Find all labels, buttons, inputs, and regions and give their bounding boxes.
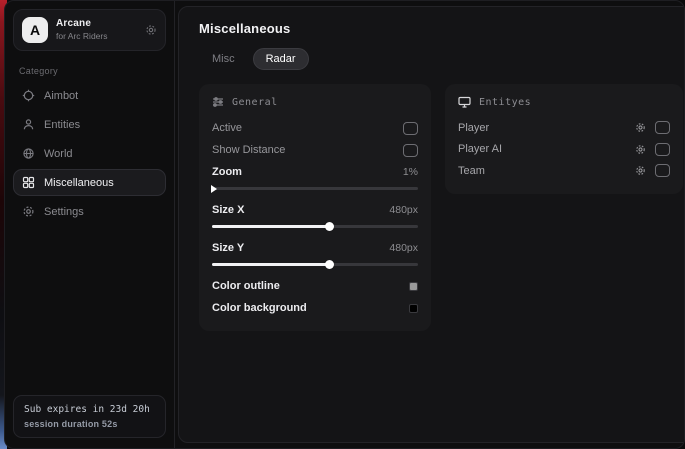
tab-radar[interactable]: Radar: [253, 48, 309, 70]
cards-row: General Active Show Distance Zoom 1%: [199, 84, 683, 331]
grid-icon: [22, 176, 35, 189]
sidebar: A Arcane for Arc Riders Category Aimbot: [5, 1, 175, 448]
size-x-slider[interactable]: [212, 225, 418, 228]
gear-icon[interactable]: [635, 122, 646, 133]
size-y-value: 480px: [389, 242, 418, 254]
sidebar-item-label: Miscellaneous: [44, 177, 114, 189]
slider-thumb[interactable]: [211, 185, 217, 193]
app-window: A Arcane for Arc Riders Category Aimbot: [4, 0, 685, 449]
person-icon: [22, 118, 35, 131]
zoom-value: 1%: [403, 166, 418, 178]
entity-row-team: Team: [458, 160, 670, 182]
app-name: Arcane: [56, 18, 108, 30]
setting-row-zoom: Zoom 1%: [212, 161, 418, 183]
setting-label: Color background: [212, 302, 307, 314]
setting-row-active: Active: [212, 117, 418, 139]
entities-card-title: Entityes: [479, 97, 531, 108]
general-card-header: General: [212, 96, 418, 108]
category-label: Category: [19, 66, 160, 76]
setting-label: Size Y: [212, 242, 244, 254]
setting-label: Color outline: [212, 280, 280, 292]
setting-label: Zoom: [212, 166, 242, 178]
setting-row-color-background: Color background: [212, 297, 418, 319]
globe-icon: [22, 147, 35, 160]
setting-label: Size X: [212, 204, 244, 216]
brand-text: Arcane for Arc Riders: [56, 18, 108, 41]
show-distance-checkbox[interactable]: [403, 144, 418, 157]
entity-label: Team: [458, 165, 485, 177]
setting-label: Show Distance: [212, 144, 285, 156]
app-logo: A: [22, 17, 48, 43]
sliders-icon: [212, 96, 224, 108]
entity-row-player-ai: Player AI: [458, 139, 670, 161]
sidebar-item-world[interactable]: World: [13, 140, 166, 167]
entities-card: Entityes Player Player AI: [445, 84, 683, 194]
player-ai-checkbox[interactable]: [655, 143, 670, 156]
zoom-slider[interactable]: [212, 187, 418, 190]
sidebar-item-miscellaneous[interactable]: Miscellaneous: [13, 169, 166, 196]
team-checkbox[interactable]: [655, 164, 670, 177]
general-card-title: General: [232, 97, 278, 108]
general-card: General Active Show Distance Zoom 1%: [199, 84, 431, 331]
setting-row-show-distance: Show Distance: [212, 139, 418, 161]
subscription-status-box: Sub expires in 23d 20h session duration …: [13, 395, 166, 438]
player-checkbox[interactable]: [655, 121, 670, 134]
active-checkbox[interactable]: [403, 122, 418, 135]
setting-row-size-x: Size X 480px: [212, 199, 418, 221]
setting-row-color-outline: Color outline: [212, 275, 418, 297]
sidebar-item-aimbot[interactable]: Aimbot: [13, 82, 166, 109]
sidebar-item-label: Aimbot: [44, 90, 78, 102]
gear-icon[interactable]: [635, 144, 646, 155]
entities-card-header: Entityes: [458, 96, 670, 108]
entity-row-player: Player: [458, 117, 670, 139]
sidebar-item-label: Settings: [44, 206, 84, 218]
session-duration-text: session duration 52s: [24, 419, 155, 429]
entity-label: Player: [458, 122, 489, 134]
sub-expiry-text: Sub expires in 23d 20h: [24, 404, 155, 415]
sidebar-item-label: Entities: [44, 119, 80, 131]
gear-icon[interactable]: [635, 165, 646, 176]
setting-row-size-y: Size Y 480px: [212, 237, 418, 259]
size-x-value: 480px: [389, 204, 418, 216]
gear-icon[interactable]: [145, 24, 157, 36]
sidebar-item-label: World: [44, 148, 73, 160]
monitor-icon: [458, 96, 471, 108]
brand-card: A Arcane for Arc Riders: [13, 9, 166, 51]
color-outline-swatch[interactable]: [409, 282, 418, 291]
tab-bar: Misc Radar: [199, 48, 683, 70]
size-y-slider[interactable]: [212, 263, 418, 266]
gear-icon: [22, 205, 35, 218]
sidebar-item-settings[interactable]: Settings: [13, 198, 166, 225]
crosshair-icon: [22, 89, 35, 102]
slider-thumb[interactable]: [325, 260, 334, 269]
page-title: Miscellaneous: [199, 21, 683, 36]
color-background-swatch[interactable]: [409, 304, 418, 313]
sidebar-item-entities[interactable]: Entities: [13, 111, 166, 138]
setting-label: Active: [212, 122, 242, 134]
app-subtitle: for Arc Riders: [56, 32, 108, 42]
slider-thumb[interactable]: [325, 222, 334, 231]
entity-label: Player AI: [458, 143, 502, 155]
main-panel: Miscellaneous Misc Radar General Active: [178, 6, 685, 443]
tab-misc[interactable]: Misc: [199, 48, 248, 70]
